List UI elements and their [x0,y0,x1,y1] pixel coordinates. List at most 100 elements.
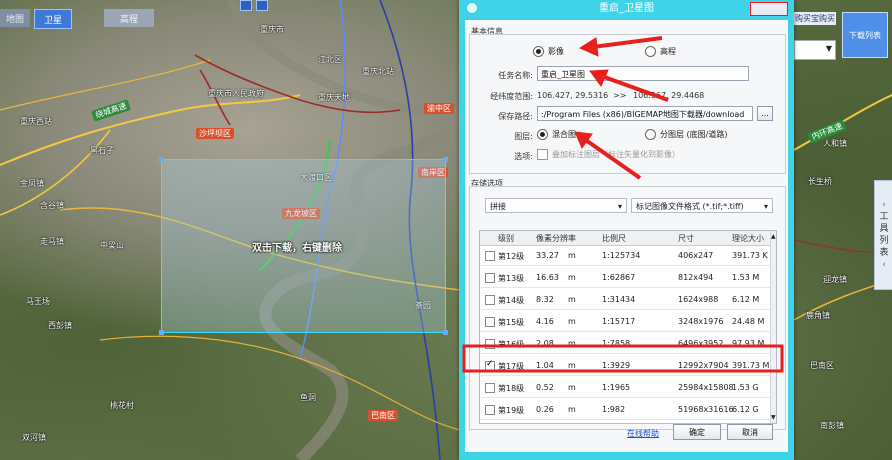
scroll-up-icon[interactable]: ▲ [771,233,776,240]
col-resolution[interactable]: 像素分辨率 [536,233,576,244]
cell-size: 1624x988 [678,295,719,304]
save-path-input[interactable]: :/Program Files (x86)/BIGEMAP地图下载器/downl… [537,106,753,121]
options-label: 选项: [514,152,533,161]
radio-layer-split[interactable]: 分图层 (底图/道路) [645,129,727,140]
storage-format-value: 标记图像文件格式 (*.tif;*.tiff) [636,202,744,211]
district-badge: 巴南区 [368,410,398,421]
online-help-link[interactable]: 在线帮助 [627,428,659,439]
cell-total: 391.73 K [732,251,768,260]
place-label: 西彭镇 [48,321,72,330]
table-scrollbar[interactable]: ▲ ▼ [770,231,776,423]
resize-handle[interactable] [443,330,448,335]
radio-layer-mixed[interactable]: 混合图 [537,129,576,140]
row-checkbox[interactable] [485,317,495,327]
table-row[interactable]: 第13级 16.63 m 1:62867 812x494 1.53 M [480,268,770,288]
cell-scale: 1:1965 [602,383,631,392]
row-checkbox[interactable] [485,295,495,305]
browse-button[interactable]: ... [757,106,773,121]
overlay-label-checkbox[interactable]: 叠加标注图层（标注矢量化到影像） [537,149,680,160]
tools-tab-char: 具 [879,224,889,234]
table-row[interactable]: 第17级 1.04 m 1:3929 12992x7904391.73 M [480,356,770,376]
storage-mode-select[interactable]: 拼接 ▾ [485,198,627,213]
chevron-down-icon: ▾ [617,202,622,211]
dialog-body: 基本信息 影像 高程 任务名称: 重启_卫星图 经纬度范围: 106.427, … [465,20,788,452]
table-row[interactable]: 第18级 0.52 m 1:1965 25984x15808 1.53 G [480,378,770,398]
cancel-button[interactable]: 取消 [727,424,773,440]
cell-unit: m [568,339,576,348]
tab-map[interactable]: 地图 [0,9,30,27]
cell-res: 1.04 [536,361,554,370]
cell-total: 97.93 M [732,339,765,348]
cell-level: 第14级 [498,296,525,305]
col-size[interactable]: 尺寸 [678,233,694,244]
cell-unit: m [568,251,576,260]
resize-handle[interactable] [159,330,164,335]
cell-scale: 1:3929 [602,361,631,370]
row-checkbox[interactable] [485,273,495,283]
place-label: 江北区 [318,55,342,64]
close-icon[interactable] [750,2,788,16]
cell-total: 391.73 M [732,361,770,370]
buy-button[interactable]: 购买宝购买 [794,12,836,25]
checkbox-box [537,149,548,160]
row-checkbox[interactable] [485,359,495,371]
tab-satellite[interactable]: 卫星 [34,9,72,29]
place-label: 长生桥 [808,177,832,186]
cell-unit: m [568,383,576,392]
cell-scale: 1:15717 [602,317,636,326]
row-checkbox[interactable] [485,383,495,393]
place-label: 重庆北站 [362,67,394,76]
layer-mixed-label: 混合图 [552,130,576,139]
place-label: 重庆市人民政府 [208,89,264,98]
place-label: 黑石子 [90,146,114,155]
table-row[interactable]: 第16级 2.08 m 1:7858 6496x3952 97.93 M [480,334,770,354]
row-checkbox[interactable] [485,339,495,349]
cell-res: 16.63 [536,273,559,282]
cell-size: 812x494 [678,273,714,282]
table-row[interactable]: 第12级 33.27 m 1:125734 406x247 391.73 K [480,246,770,266]
resize-handle[interactable] [443,157,448,162]
cell-scale: 1:125734 [602,251,641,260]
cell-total: 24.48 M [732,317,765,326]
cell-level: 第12级 [498,252,525,261]
col-level[interactable]: 级别 [498,233,514,244]
place-label: 鱼洞 [300,393,316,402]
radio-dot [537,129,548,140]
cell-total: 6.12 G [732,405,759,414]
table-row[interactable]: 第15级 4.16 m 1:15717 3248x1976 24.48 M [480,312,770,332]
cell-scale: 1:982 [602,405,626,414]
task-name-input[interactable]: 重启_卫星图 [537,66,749,81]
cell-level: 第19级 [498,406,525,415]
place-label: 南彭镇 [820,421,844,430]
col-scale[interactable]: 比例尺 [602,233,626,244]
cell-unit: m [568,405,576,414]
tools-tab-char: 列 [879,236,889,246]
cell-size: 51968x31616 [678,405,734,414]
row-checkbox[interactable] [485,405,495,415]
tool-icon[interactable] [256,0,268,11]
row-checkbox[interactable] [485,251,495,261]
place-label: 双河镇 [22,433,46,442]
district-badge: 沙坪坝区 [196,128,234,139]
tab-elevation[interactable]: 高程 [104,9,154,27]
tools-list-tab[interactable]: ‹ 工 具 列 表 ‹ [874,180,892,290]
radio-image[interactable]: 影像 [533,46,564,57]
cell-res: 0.52 [536,383,554,392]
map-select[interactable]: ▼ [794,40,836,60]
overlay-option-label: 叠加标注图层（标注矢量化到影像） [552,150,680,159]
scroll-down-icon[interactable]: ▼ [771,414,776,421]
resize-handle[interactable] [159,157,164,162]
cell-unit: m [568,361,576,370]
ok-button[interactable]: 确定 [673,424,721,440]
storage-format-select[interactable]: 标记图像文件格式 (*.tif;*.tiff) ▾ [631,198,773,213]
place-label: 重庆天地 [318,93,350,102]
cell-scale: 1:7858 [602,339,631,348]
tools-tab-char: 工 [879,212,889,222]
table-row[interactable]: 第19级 0.26 m 1:982 51968x31616 6.12 G [480,400,770,420]
tool-icon[interactable] [240,0,252,11]
radio-elevation[interactable]: 高程 [645,46,676,57]
table-row[interactable]: 第14级 8.32 m 1:31434 1624x988 6.12 M [480,290,770,310]
col-total[interactable]: 理论大小 [732,233,764,244]
download-list-button[interactable]: 下载列表 [842,12,888,58]
cell-res: 33.27 [536,251,559,260]
